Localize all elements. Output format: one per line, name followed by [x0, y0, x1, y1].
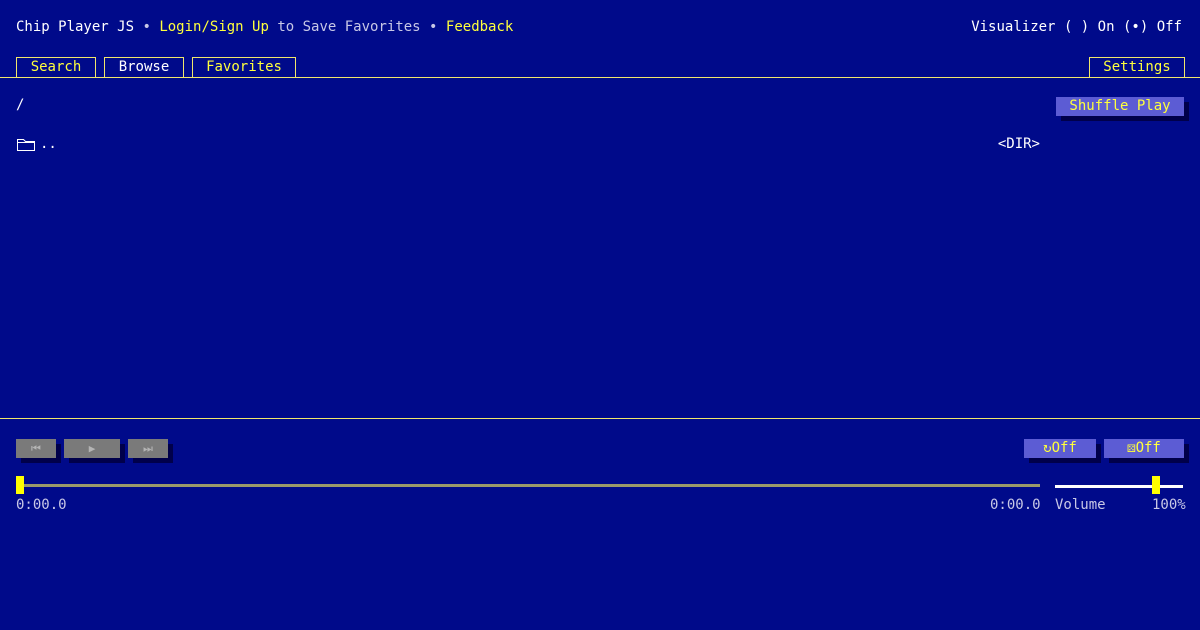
repeat-toggle-button[interactable]: ↻Off: [1024, 439, 1096, 458]
repeat-state: Off: [1051, 440, 1077, 456]
visualizer-off-radio[interactable]: (•) Off: [1123, 19, 1182, 35]
previous-track-button[interactable]: ⏮: [16, 439, 56, 458]
header-bar: Chip Player JS • Login/Sign Up to Save F…: [16, 19, 513, 35]
play-button[interactable]: ▶: [64, 439, 120, 458]
current-path: /: [16, 97, 25, 113]
volume-handle[interactable]: [1152, 476, 1161, 494]
tab-browse[interactable]: Browse: [104, 57, 184, 78]
login-signup-link[interactable]: Login/Sign Up: [159, 19, 269, 35]
list-item[interactable]: .. <DIR>: [16, 136, 1040, 154]
tabs-divider: [0, 77, 1200, 78]
next-track-button[interactable]: ⏭: [128, 439, 168, 458]
next-icon: ⏭: [143, 442, 153, 455]
tab-favorites[interactable]: Favorites: [192, 57, 296, 77]
tab-settings[interactable]: Settings: [1089, 57, 1185, 77]
visualizer-off-label: Off: [1156, 19, 1182, 35]
visualizer-on-radio[interactable]: ( ) On: [1064, 19, 1115, 35]
volume-slider[interactable]: [1055, 485, 1183, 488]
visualizer-off-radio-mark: (•): [1122, 19, 1149, 35]
shuffle-toggle-button[interactable]: ⚄Off: [1104, 439, 1184, 458]
repeat-icon: ↻: [1043, 440, 1052, 456]
dice-icon: ⚄: [1127, 440, 1136, 456]
folder-icon: [16, 137, 36, 156]
feedback-link[interactable]: Feedback: [446, 19, 513, 35]
shuffle-play-button[interactable]: Shuffle Play: [1056, 97, 1184, 116]
list-item-name: ..: [40, 136, 57, 152]
previous-icon: ⏮: [31, 442, 41, 455]
header-separator: •: [420, 19, 446, 35]
play-icon: ▶: [88, 442, 96, 455]
player-divider: [0, 418, 1200, 419]
app-title: Chip Player JS: [16, 19, 135, 35]
tab-search[interactable]: Search: [16, 57, 96, 77]
list-item-type: <DIR>: [997, 136, 1040, 152]
elapsed-time: 0:00.0: [16, 497, 67, 513]
total-time: 0:00.0: [990, 497, 1041, 513]
visualizer-on-radio-mark: ( ): [1063, 19, 1090, 35]
seek-bar[interactable]: [16, 484, 1040, 487]
save-favorites-text: to Save Favorites: [268, 19, 421, 35]
header-separator: •: [134, 19, 160, 35]
visualizer-on-label: On: [1097, 19, 1115, 35]
visualizer-label: Visualizer: [971, 19, 1056, 35]
volume-label: Volume: [1055, 497, 1106, 513]
shuffle-state: Off: [1135, 440, 1161, 456]
visualizer-toggle: Visualizer ( ) On (•) Off: [971, 19, 1182, 35]
volume-value: 100%: [1152, 497, 1186, 513]
seek-handle[interactable]: [16, 476, 24, 494]
